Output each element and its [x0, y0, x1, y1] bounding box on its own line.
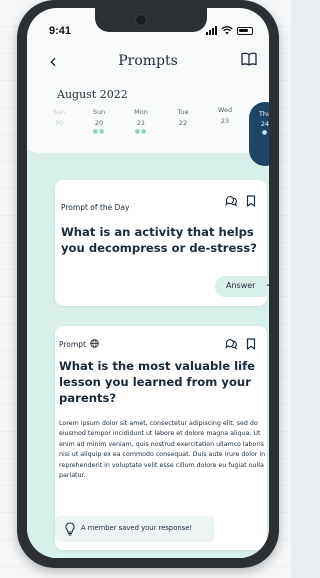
month-label: August 2022 — [57, 88, 128, 101]
status-bar: 9:41 — [49, 25, 257, 39]
lightbulb-icon — [65, 522, 75, 536]
prompt-label-row: Prompt — [59, 339, 100, 349]
day-20[interactable]: Sun 20 ●● — [83, 108, 115, 135]
activity-dots: ● — [261, 129, 269, 136]
saved-toast: A member saved your response! — [55, 516, 215, 542]
prompt-question: What is the most valuable life lesson yo… — [59, 359, 256, 405]
day-23[interactable]: Wed 23 — [209, 106, 241, 125]
week-strip: Sun 30 Sun 20 ●● Mon 21 ●● Tue 22 Wed 23… — [51, 102, 269, 166]
prompt-response-text: Lorem ipsum dolor sit amet, consectetur … — [59, 420, 266, 480]
status-time: 9:41 — [49, 25, 72, 37]
comments-icon[interactable] — [225, 195, 237, 207]
bookmark-icon[interactable] — [245, 195, 257, 207]
wifi-icon — [221, 26, 233, 35]
activity-dots: ●● — [92, 128, 106, 135]
phone-frame: 9:41 ‹ Prompts August 2022 Sun 30 Sun 20… — [17, 0, 279, 568]
day-21[interactable]: Mon 21 ●● — [125, 108, 157, 135]
answer-button[interactable]: Answer → — [215, 276, 269, 297]
prompt-label: Prompt — [59, 340, 86, 349]
globe-icon — [90, 339, 100, 348]
prompt-of-day-label: Prompt of the Day — [61, 203, 130, 212]
activity-dots: ●● — [134, 128, 148, 135]
page-title: Prompts — [118, 53, 178, 69]
day-24-selected[interactable]: Thu 24 ● — [249, 102, 269, 166]
comments-icon[interactable] — [225, 338, 237, 350]
toast-message: A member saved your response! — [81, 524, 193, 532]
app-screen: 9:41 ‹ Prompts August 2022 Sun 30 Sun 20… — [27, 8, 269, 558]
day-30[interactable]: Sun 30 — [43, 108, 75, 127]
background: 9:41 ‹ Prompts August 2022 Sun 30 Sun 20… — [0, 0, 291, 578]
book-icon[interactable] — [241, 52, 257, 66]
nav-bar: ‹ Prompts — [27, 51, 269, 76]
bookmark-icon[interactable] — [245, 338, 257, 350]
signal-icon — [206, 26, 217, 35]
prompt-of-day-question: What is an activity that helps you decom… — [61, 225, 257, 255]
arrow-right-icon: → — [266, 278, 269, 292]
card-actions — [225, 195, 257, 207]
status-icons — [206, 26, 253, 35]
battery-icon — [237, 26, 253, 35]
card-actions — [225, 338, 257, 350]
day-22[interactable]: Tue 22 — [167, 108, 199, 127]
